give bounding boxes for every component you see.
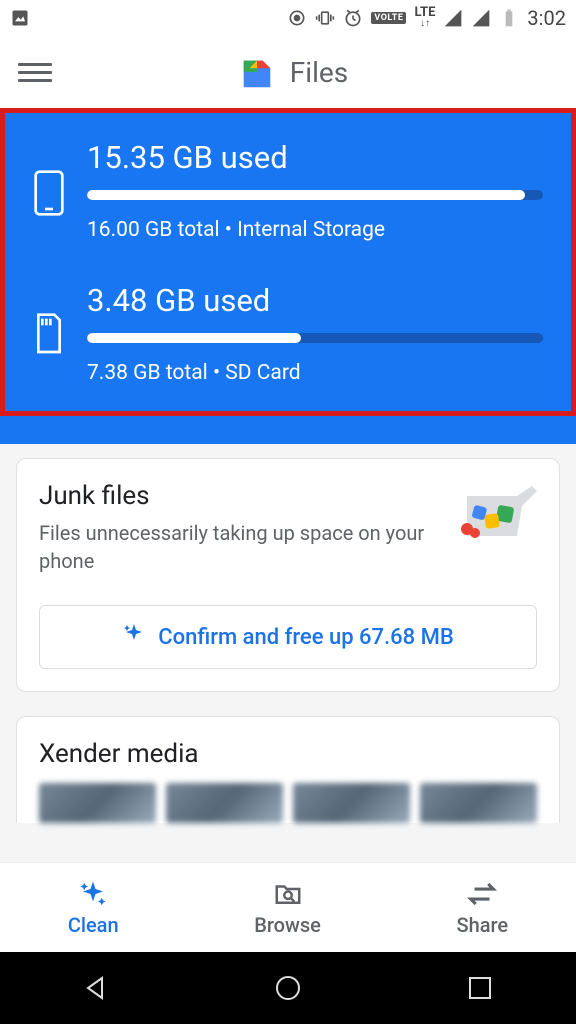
- sparkle-icon: [76, 879, 110, 909]
- files-logo-icon: [238, 53, 276, 91]
- home-icon[interactable]: [272, 972, 304, 1004]
- sdcard-used-label: 3.48 GB used: [87, 282, 543, 319]
- picture-icon: [10, 8, 30, 28]
- nav-clean[interactable]: Clean: [68, 879, 119, 937]
- internal-progress-bar: [87, 190, 543, 200]
- sparkle-icon: [122, 622, 146, 652]
- sdcard-progress-fill: [87, 333, 301, 343]
- battery-icon: [499, 8, 519, 28]
- xender-media-card: Xender media: [16, 716, 560, 823]
- hotspot-icon: [287, 8, 307, 28]
- sdcard-progress-bar: [87, 333, 543, 343]
- media-thumb[interactable]: [39, 783, 156, 823]
- storage-overview: 15.35 GB used 16.00 GB total • Internal …: [0, 108, 576, 444]
- junk-card-title: Junk files: [39, 481, 435, 511]
- status-bar: VOLTE LTE↓↑ 3:02: [0, 0, 576, 36]
- nav-browse-label: Browse: [254, 913, 321, 937]
- internal-used-label: 15.35 GB used: [87, 139, 543, 176]
- sdcard-total-label: 7.38 GB total • SD Card: [87, 361, 543, 385]
- clock-text: 3:02: [527, 6, 566, 30]
- sdcard-storage-row[interactable]: 3.48 GB used 7.38 GB total • SD Card: [33, 282, 543, 385]
- xender-title: Xender media: [39, 739, 537, 769]
- junk-files-card: Junk files Files unnecessarily taking up…: [16, 458, 560, 692]
- nav-browse[interactable]: Browse: [254, 879, 321, 937]
- android-nav-bar: [0, 952, 576, 1024]
- junk-card-desc: Files unnecessarily taking up space on y…: [39, 519, 435, 575]
- share-icon: [465, 879, 499, 909]
- media-thumb[interactable]: [420, 783, 537, 823]
- confirm-free-label: Confirm and free up 67.68 MB: [158, 625, 454, 650]
- vibrate-icon: [315, 8, 335, 28]
- signal-2-icon: [471, 8, 491, 28]
- nav-share-label: Share: [457, 913, 509, 937]
- app-header: Files: [0, 36, 576, 108]
- recents-icon[interactable]: [464, 972, 496, 1004]
- sdcard-icon: [33, 312, 65, 356]
- bottom-nav: Clean Browse Share: [0, 862, 576, 952]
- volte-badge: VOLTE: [371, 12, 406, 24]
- menu-button[interactable]: [18, 55, 52, 89]
- back-icon[interactable]: [80, 972, 112, 1004]
- confirm-free-button[interactable]: Confirm and free up 67.68 MB: [39, 605, 537, 669]
- media-thumb[interactable]: [166, 783, 283, 823]
- app-title: Files: [290, 56, 348, 89]
- internal-progress-fill: [87, 190, 525, 200]
- highlight-annotation: 15.35 GB used 16.00 GB total • Internal …: [0, 108, 576, 416]
- lte-icon: LTE↓↑: [414, 8, 435, 29]
- nav-share[interactable]: Share: [457, 879, 509, 937]
- folder-search-icon: [271, 879, 305, 909]
- media-thumb[interactable]: [293, 783, 410, 823]
- signal-1-icon: [443, 8, 463, 28]
- internal-total-label: 16.00 GB total • Internal Storage: [87, 218, 543, 242]
- xender-thumbs[interactable]: [39, 783, 537, 823]
- alarm-icon: [343, 8, 363, 28]
- phone-icon: [33, 169, 65, 213]
- internal-storage-row[interactable]: 15.35 GB used 16.00 GB total • Internal …: [33, 139, 543, 242]
- nav-clean-label: Clean: [68, 913, 119, 937]
- dustpan-icon: [447, 481, 537, 551]
